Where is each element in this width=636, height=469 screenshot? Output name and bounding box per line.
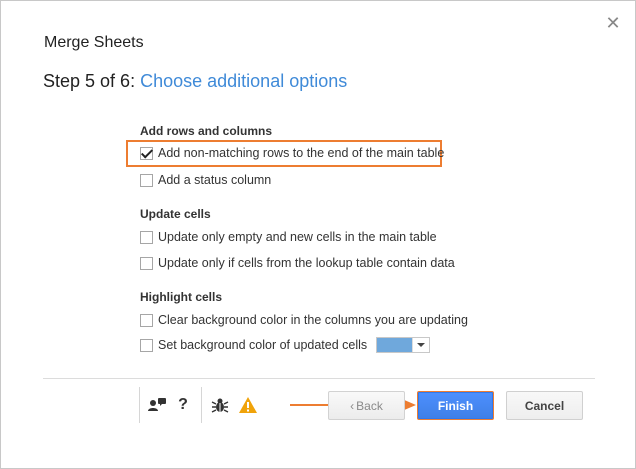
back-button-label: Back: [356, 398, 383, 413]
option-update-if-lookup-data[interactable]: Update only if cells from the lookup tab…: [140, 255, 455, 271]
option-label: Add non-matching rows to the end of the …: [158, 146, 445, 160]
option-label: Add a status column: [158, 173, 272, 187]
option-clear-background-color[interactable]: Clear background color in the columns yo…: [140, 312, 468, 328]
bug-icon[interactable]: [210, 395, 230, 415]
section-heading-add-rows: Add rows and columns: [140, 124, 273, 138]
help-icon[interactable]: ?: [173, 395, 193, 415]
option-label: Update only if cells from the lookup tab…: [158, 256, 455, 270]
checkbox-update-if-lookup-data[interactable]: [140, 256, 153, 270]
dialog-title: Merge Sheets: [44, 34, 144, 51]
section-heading-highlight-cells: Highlight cells: [140, 290, 223, 304]
color-swatch[interactable]: [377, 338, 413, 352]
checkbox-set-background-color[interactable]: [140, 338, 153, 352]
option-label: Update only empty and new cells in the m…: [158, 230, 437, 244]
back-button[interactable]: ‹ Back: [328, 391, 405, 420]
checkbox-add-status-column[interactable]: [140, 173, 153, 187]
option-set-background-color: Set background color of updated cells: [140, 337, 431, 353]
merge-sheets-dialog: ✕ Merge Sheets Step 5 of 6: Choose addit…: [0, 0, 636, 469]
section-heading-update-cells: Update cells: [140, 207, 211, 221]
background-color-picker[interactable]: [376, 337, 431, 353]
option-label: Set background color of updated cells: [158, 338, 368, 352]
close-icon[interactable]: ✕: [604, 14, 622, 32]
warning-icon[interactable]: [238, 395, 258, 415]
step-counter: Step 5 of 6:: [43, 71, 136, 91]
option-add-non-matching-rows[interactable]: Add non-matching rows to the end of the …: [140, 145, 444, 161]
chevron-left-icon: ‹: [350, 398, 355, 413]
option-add-status-column[interactable]: Add a status column: [140, 172, 271, 188]
chevron-down-icon[interactable]: [412, 338, 429, 352]
checkbox-clear-background-color[interactable]: [140, 313, 153, 327]
cancel-button[interactable]: Cancel: [506, 391, 583, 420]
step-title: Choose additional options: [140, 71, 348, 91]
community-icon[interactable]: [147, 395, 167, 415]
option-update-empty-new-cells[interactable]: Update only empty and new cells in the m…: [140, 229, 437, 245]
checkbox-add-non-matching-rows[interactable]: [140, 146, 153, 160]
checkbox-update-empty-new-cells[interactable]: [140, 230, 153, 244]
step-indicator: Step 5 of 6: Choose additional options: [43, 71, 347, 92]
footer-separator: [201, 387, 202, 423]
footer-divider: [43, 378, 595, 379]
finish-button[interactable]: Finish: [417, 391, 494, 420]
footer-separator: [139, 387, 140, 423]
option-label: Clear background color in the columns yo…: [158, 313, 468, 327]
